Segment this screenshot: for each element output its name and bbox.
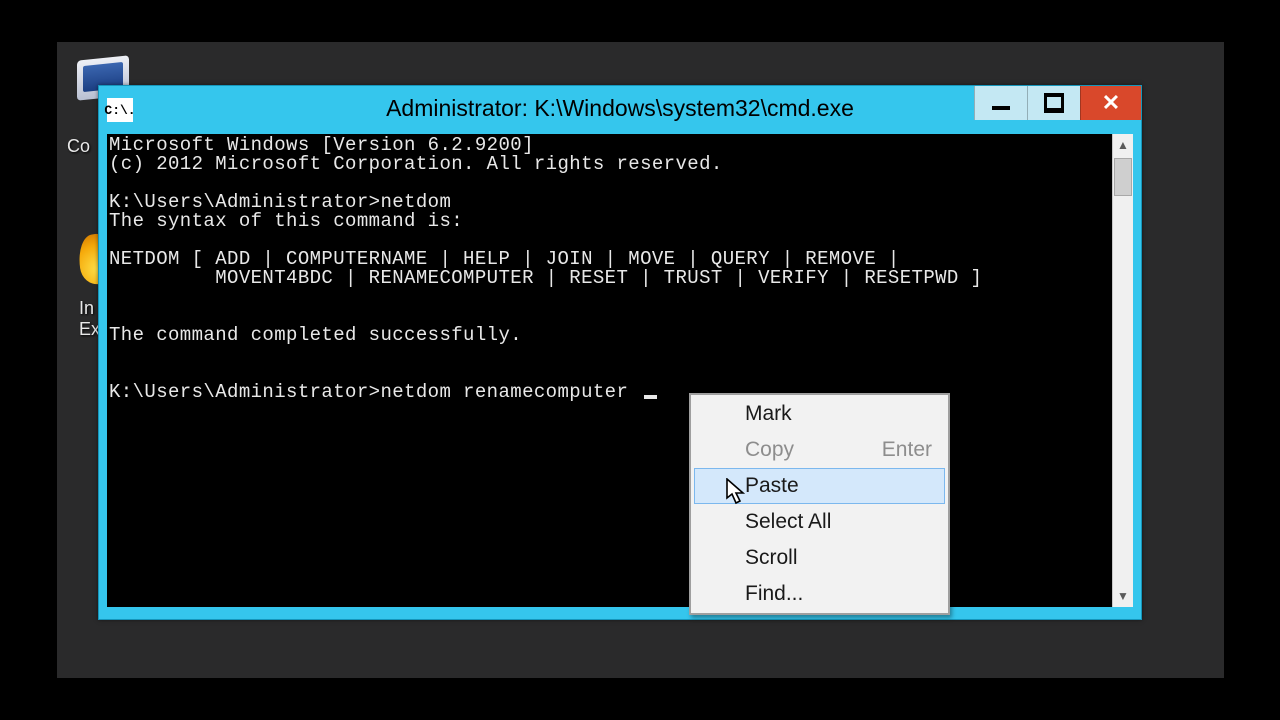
desktop-icon-computer-label: Co bbox=[67, 136, 90, 157]
menu-item-label: Find... bbox=[745, 582, 803, 606]
desktop-background: Co In Ex C:\. Administrator: K:\Windows\… bbox=[57, 42, 1224, 678]
scroll-thumb[interactable] bbox=[1114, 158, 1132, 196]
menu-item-shortcut: Enter bbox=[866, 438, 932, 462]
minimize-button[interactable] bbox=[974, 86, 1027, 120]
menu-item-label: Mark bbox=[745, 402, 792, 426]
vertical-scrollbar[interactable]: ▲ ▼ bbox=[1112, 134, 1133, 607]
maximize-icon bbox=[1044, 95, 1064, 111]
titlebar[interactable]: C:\. Administrator: K:\Windows\system32\… bbox=[99, 86, 1141, 134]
caption-buttons bbox=[974, 86, 1141, 120]
terminal-caret bbox=[644, 395, 657, 399]
desktop-icon-ie-label-b: Ex bbox=[79, 319, 100, 340]
menu-item-select-all[interactable]: Select All bbox=[694, 504, 945, 540]
menu-item-label: Copy bbox=[745, 438, 794, 462]
scroll-down-arrow-icon[interactable]: ▼ bbox=[1113, 585, 1133, 607]
cmd-window: C:\. Administrator: K:\Windows\system32\… bbox=[98, 85, 1142, 620]
scroll-up-arrow-icon[interactable]: ▲ bbox=[1113, 134, 1133, 156]
menu-item-label: Paste bbox=[745, 474, 799, 498]
desktop-icon-ie-label-a: In bbox=[79, 298, 94, 319]
menu-item-scroll[interactable]: Scroll bbox=[694, 540, 945, 576]
context-menu: Mark Copy Enter Paste Select All Scroll Find..… bbox=[689, 393, 950, 615]
menu-item-label: Select All bbox=[745, 510, 831, 534]
menu-item-paste[interactable]: Paste bbox=[694, 468, 945, 504]
close-button[interactable] bbox=[1080, 86, 1141, 120]
system-menu-icon[interactable]: C:\. bbox=[107, 98, 133, 122]
system-menu-icon-text: C:\. bbox=[104, 103, 135, 118]
menu-item-find[interactable]: Find... bbox=[694, 576, 945, 612]
menu-item-label: Scroll bbox=[745, 546, 798, 570]
menu-item-mark[interactable]: Mark bbox=[694, 396, 945, 432]
terminal[interactable]: Microsoft Windows [Version 6.2.9200] (c)… bbox=[107, 134, 1112, 607]
maximize-button[interactable] bbox=[1027, 86, 1080, 120]
terminal-area: Microsoft Windows [Version 6.2.9200] (c)… bbox=[107, 134, 1133, 607]
menu-item-copy: Copy Enter bbox=[694, 432, 945, 468]
